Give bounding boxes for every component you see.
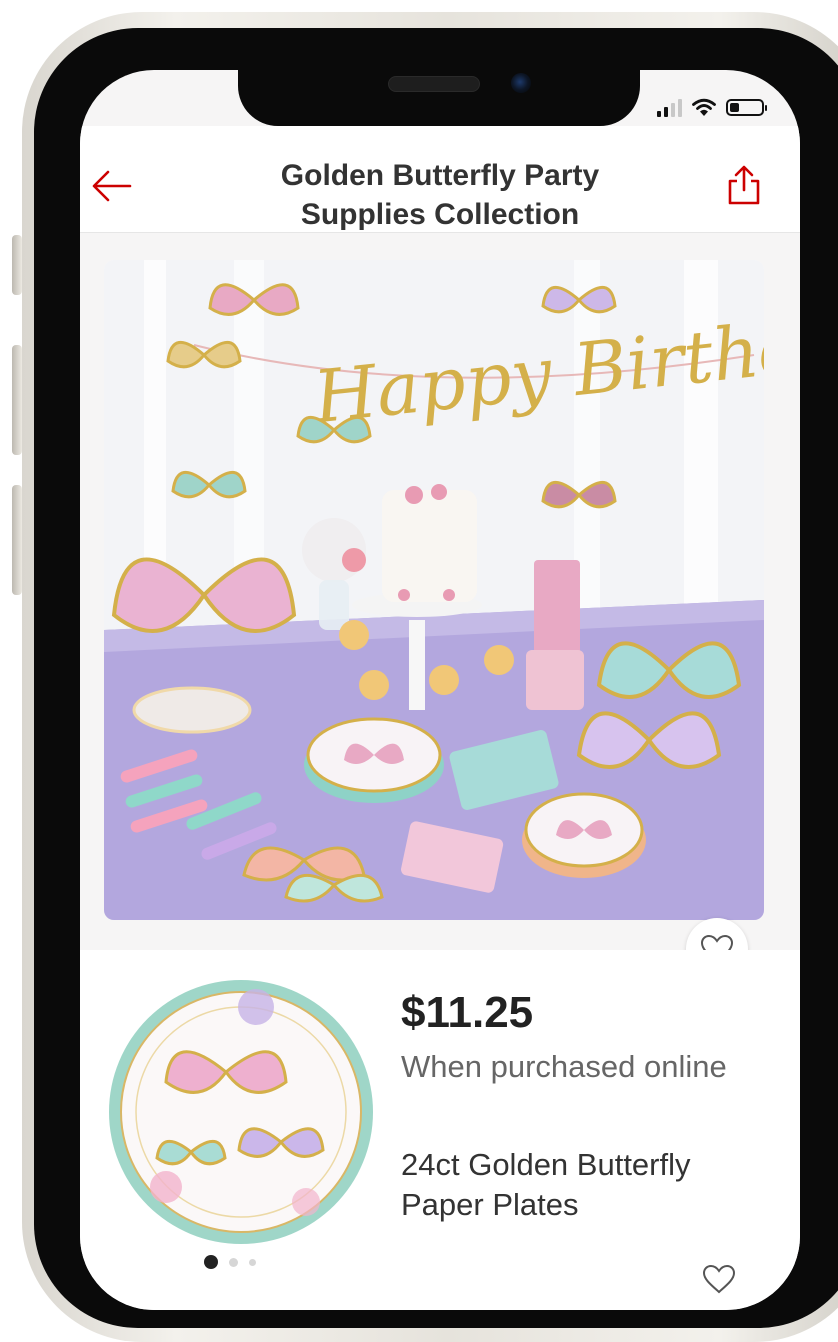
- earpiece-speaker: [388, 76, 480, 92]
- wifi-icon: [692, 98, 716, 116]
- volume-up-button: [12, 345, 22, 455]
- volume-down-button: [12, 485, 22, 595]
- plate-stack: [522, 792, 646, 878]
- page-title: Golden Butterfly Party Supplies Collecti…: [210, 156, 670, 234]
- front-camera: [511, 73, 531, 93]
- straws-cup: [526, 560, 584, 710]
- carousel-dot[interactable]: [229, 1257, 238, 1267]
- nav-header: Golden Butterfly Party Supplies Collecti…: [80, 126, 800, 233]
- notch: [238, 70, 640, 126]
- price-qualifier: When purchased online: [401, 1049, 727, 1084]
- plate-stack: [304, 717, 444, 803]
- image-carousel-dots[interactable]: [204, 1255, 256, 1269]
- page-title-line-1: Golden Butterfly Party: [280, 159, 600, 192]
- status-bar: [657, 98, 767, 117]
- carousel-dot[interactable]: [204, 1255, 218, 1269]
- page-title-line-2: Supplies Collection: [300, 198, 580, 231]
- collection-hero-image[interactable]: Happy Birthday: [104, 260, 764, 920]
- share-icon: [728, 165, 760, 205]
- phone-screen: Golden Butterfly Party Supplies Collecti…: [80, 70, 800, 1310]
- heart-outline-icon[interactable]: [702, 1264, 736, 1294]
- product-image[interactable]: [106, 977, 376, 1247]
- share-button[interactable]: [724, 164, 764, 206]
- party-scene-illustration: Happy Birthday: [104, 260, 764, 920]
- back-button[interactable]: [90, 168, 134, 204]
- cellular-signal-icon: [657, 98, 682, 117]
- mute-switch: [12, 235, 22, 295]
- battery-icon: [726, 99, 767, 116]
- product-name[interactable]: 24ct Golden Butterfly Paper Plates: [401, 1145, 781, 1225]
- arrow-left-icon: [92, 170, 132, 202]
- product-card[interactable]: $11.25 When purchased online 24ct Golden…: [80, 950, 800, 1310]
- carousel-dot[interactable]: [249, 1258, 256, 1266]
- product-price: $11.25: [401, 988, 534, 1037]
